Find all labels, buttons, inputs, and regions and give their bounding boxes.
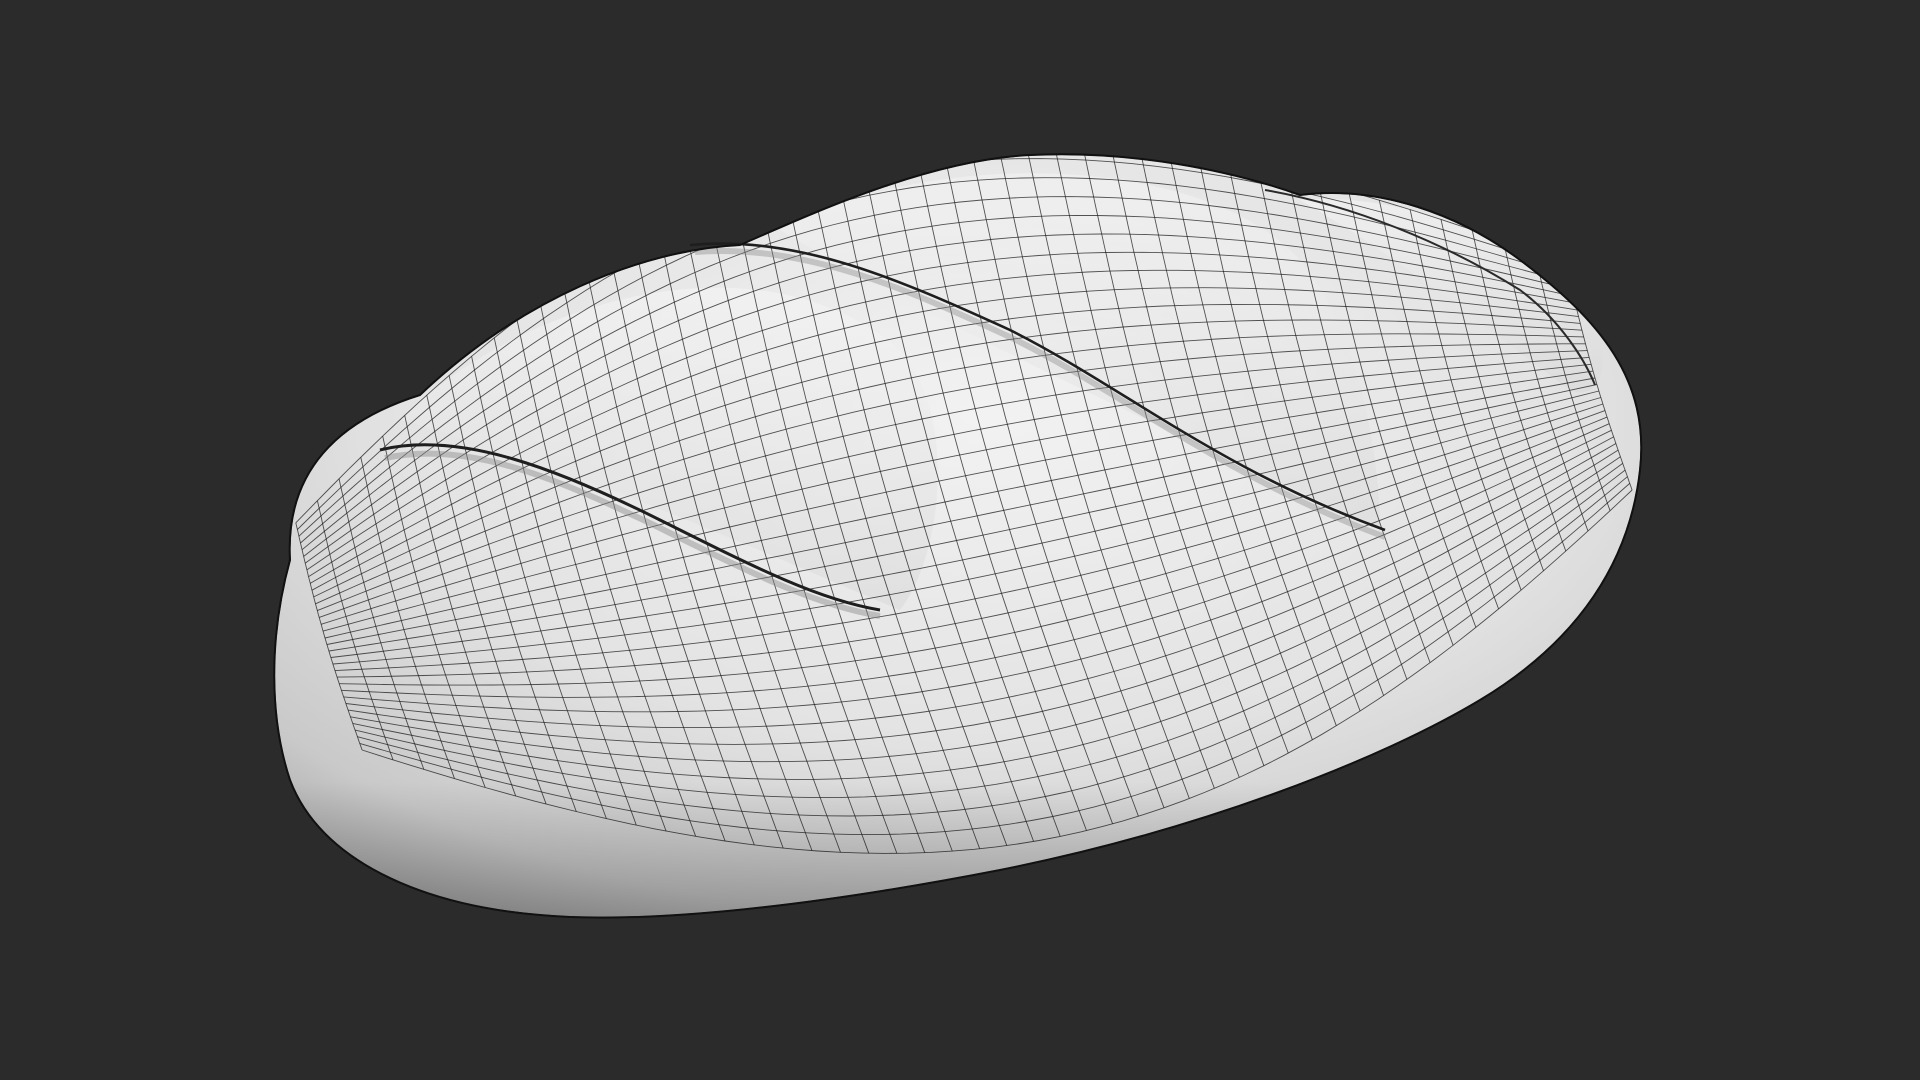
bread-loaf-model[interactable]	[270, 139, 1660, 930]
3d-viewport[interactable]	[0, 0, 1920, 1080]
viewport-canvas[interactable]	[0, 0, 1920, 1080]
loaf-bottom-shadow	[274, 560, 1642, 918]
